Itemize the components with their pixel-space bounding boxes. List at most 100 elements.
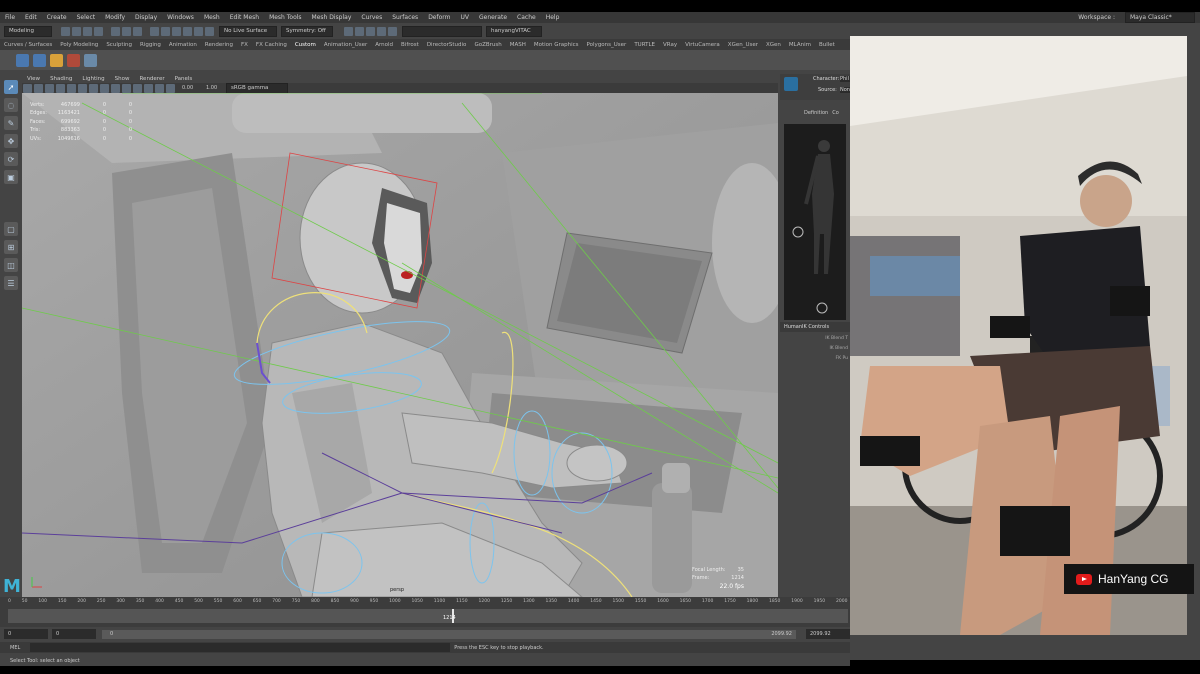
shelf-tab[interactable]: Poly Modeling [60, 42, 98, 48]
menu-curves[interactable]: Curves [361, 14, 382, 21]
two-view-icon[interactable]: ◫ [4, 258, 18, 272]
smooth-shade-icon[interactable] [100, 83, 109, 93]
shelf-tab[interactable]: DirectorStudio [427, 42, 467, 48]
select-object-icon[interactable] [122, 26, 131, 36]
range-slider-bar[interactable]: 0 2099.92 [102, 629, 796, 639]
film-gate-icon[interactable] [67, 83, 76, 93]
magnet-icon[interactable] [205, 26, 214, 36]
material-icon[interactable] [67, 53, 80, 67]
vp-menu-lighting[interactable]: Lighting [82, 76, 104, 82]
lights-icon[interactable] [122, 83, 131, 93]
vp-menu-panels[interactable]: Panels [175, 76, 193, 82]
image-plane-icon[interactable] [45, 83, 54, 93]
shelf-tab[interactable]: GoZBrush [474, 42, 501, 48]
paint-select-icon[interactable]: ✎ [4, 116, 18, 130]
resolution-gate-icon[interactable] [78, 83, 87, 93]
single-view-icon[interactable]: ▢ [4, 222, 18, 236]
time-slider[interactable]: 0 50 100 150 200 250 300 350 400 450 500… [0, 597, 850, 627]
vp-menu-show[interactable]: Show [115, 76, 130, 82]
shadows-icon[interactable] [133, 83, 142, 93]
shelf-tab[interactable]: Arnold [375, 42, 393, 48]
render-frame-icon[interactable] [344, 26, 353, 36]
vp-menu-shading[interactable]: Shading [50, 76, 72, 82]
shelf-tab[interactable]: Rigging [140, 42, 161, 48]
menu-modify[interactable]: Modify [105, 14, 125, 21]
select-component-icon[interactable] [133, 26, 142, 36]
select-hierarchy-icon[interactable] [111, 26, 120, 36]
outliner-layout-icon[interactable]: ☰ [4, 276, 18, 290]
exposure-field[interactable]: 0.00 [182, 85, 200, 91]
search-field[interactable] [402, 25, 482, 37]
menu-select[interactable]: Select [77, 14, 96, 21]
menu-surfaces[interactable]: Surfaces [392, 14, 418, 21]
vp-menu-renderer[interactable]: Renderer [139, 76, 164, 82]
character-figure-view[interactable] [784, 124, 846, 320]
gamma-field[interactable]: 1.00 [206, 85, 222, 91]
shelf-tab[interactable]: Custom [295, 42, 316, 48]
snap-surface-icon[interactable] [194, 26, 203, 36]
menu-help[interactable]: Help [546, 14, 560, 21]
menu-display[interactable]: Display [135, 14, 157, 21]
menu-edit-mesh[interactable]: Edit Mesh [230, 14, 259, 21]
menu-edit[interactable]: Edit [25, 14, 37, 21]
menu-uv[interactable]: UV [461, 14, 470, 21]
shelf-tab[interactable]: TURTLE [634, 42, 655, 48]
hypershade-icon[interactable] [377, 26, 386, 36]
shelf-tab[interactable]: FX [241, 42, 248, 48]
user-account-dropdown[interactable]: hanyangVITAC [486, 25, 542, 37]
shelf-tab[interactable]: Motion Graphics [534, 42, 579, 48]
folder-icon[interactable] [61, 26, 70, 36]
command-input[interactable] [30, 643, 451, 652]
grid-icon[interactable] [56, 83, 65, 93]
shelf-tab[interactable]: FX Caching [256, 42, 287, 48]
textured-icon[interactable] [111, 83, 120, 93]
redo-icon[interactable] [94, 26, 103, 36]
scale-tool-icon[interactable]: ▣ [4, 170, 18, 184]
save-icon[interactable] [72, 26, 81, 36]
move-tool-icon[interactable]: ✥ [4, 134, 18, 148]
shelf-tab[interactable]: VRay [663, 42, 677, 48]
menu-deform[interactable]: Deform [428, 14, 450, 21]
shelf-tab[interactable]: MLAnim [789, 42, 811, 48]
four-view-icon[interactable]: ⊞ [4, 240, 18, 254]
viewport-persp[interactable]: Verts: 467699 0 0 Edges: 1163421 0 0 Faces: 699… [22, 93, 778, 597]
command-language-label[interactable]: MEL [10, 645, 20, 651]
shelf-tab[interactable]: XGen [766, 42, 781, 48]
wireframe-icon[interactable] [89, 83, 98, 93]
shelf-tab[interactable]: Animation_User [324, 42, 367, 48]
shelf-tab[interactable]: Curves / Surfaces [4, 42, 52, 48]
shelf-tab[interactable]: MASH [510, 42, 526, 48]
shelf-tab[interactable]: VirtuCamera [685, 42, 720, 48]
colorspace-dropdown[interactable]: sRGB gamma [226, 82, 288, 94]
menu-mesh-display[interactable]: Mesh Display [312, 14, 352, 21]
shelf-tab[interactable]: Animation [169, 42, 197, 48]
vp-menu-view[interactable]: View [27, 76, 40, 82]
shelf-tab[interactable]: Bifrost [401, 42, 419, 48]
anim-start-field[interactable]: 0 [4, 629, 48, 639]
menu-mesh[interactable]: Mesh [204, 14, 220, 21]
render-icon[interactable] [50, 53, 63, 67]
menu-file[interactable]: File [5, 14, 15, 21]
save-scene-icon[interactable] [33, 53, 46, 67]
shelf-tab[interactable]: Bullet [819, 42, 835, 48]
scene-icon[interactable] [16, 53, 29, 67]
source-dropdown[interactable]: Non [840, 87, 850, 93]
menu-cache[interactable]: Cache [517, 14, 536, 21]
xray-icon[interactable] [166, 83, 175, 93]
snap-curve-icon[interactable] [161, 26, 170, 36]
render-view-icon[interactable] [388, 26, 397, 36]
playback-start-field[interactable]: 0 [52, 629, 96, 639]
settings-icon[interactable] [84, 53, 97, 67]
shelf-tab[interactable]: Sculpting [106, 42, 132, 48]
playback-end-field[interactable]: 2099.92 [806, 629, 850, 639]
menu-create[interactable]: Create [47, 14, 67, 21]
shelf-tab[interactable]: Rendering [205, 42, 233, 48]
snap-point-icon[interactable] [172, 26, 181, 36]
menu-windows[interactable]: Windows [167, 14, 194, 21]
render-settings-icon[interactable] [366, 26, 375, 36]
menu-mesh-tools[interactable]: Mesh Tools [269, 14, 301, 21]
isolate-icon[interactable] [155, 83, 164, 93]
lasso-tool-icon[interactable]: ◌ [4, 98, 18, 112]
live-surface-dropdown[interactable]: No Live Surface [219, 25, 277, 37]
symmetry-dropdown[interactable]: Symmetry: Off [281, 25, 333, 37]
